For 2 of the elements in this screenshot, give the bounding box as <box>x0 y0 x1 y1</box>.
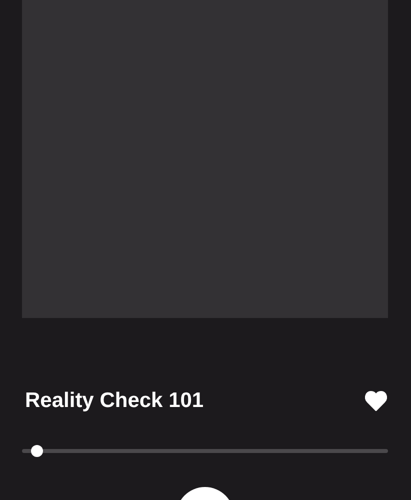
track-title: Reality Check 101 <box>25 389 204 413</box>
heart-icon[interactable] <box>365 391 387 411</box>
